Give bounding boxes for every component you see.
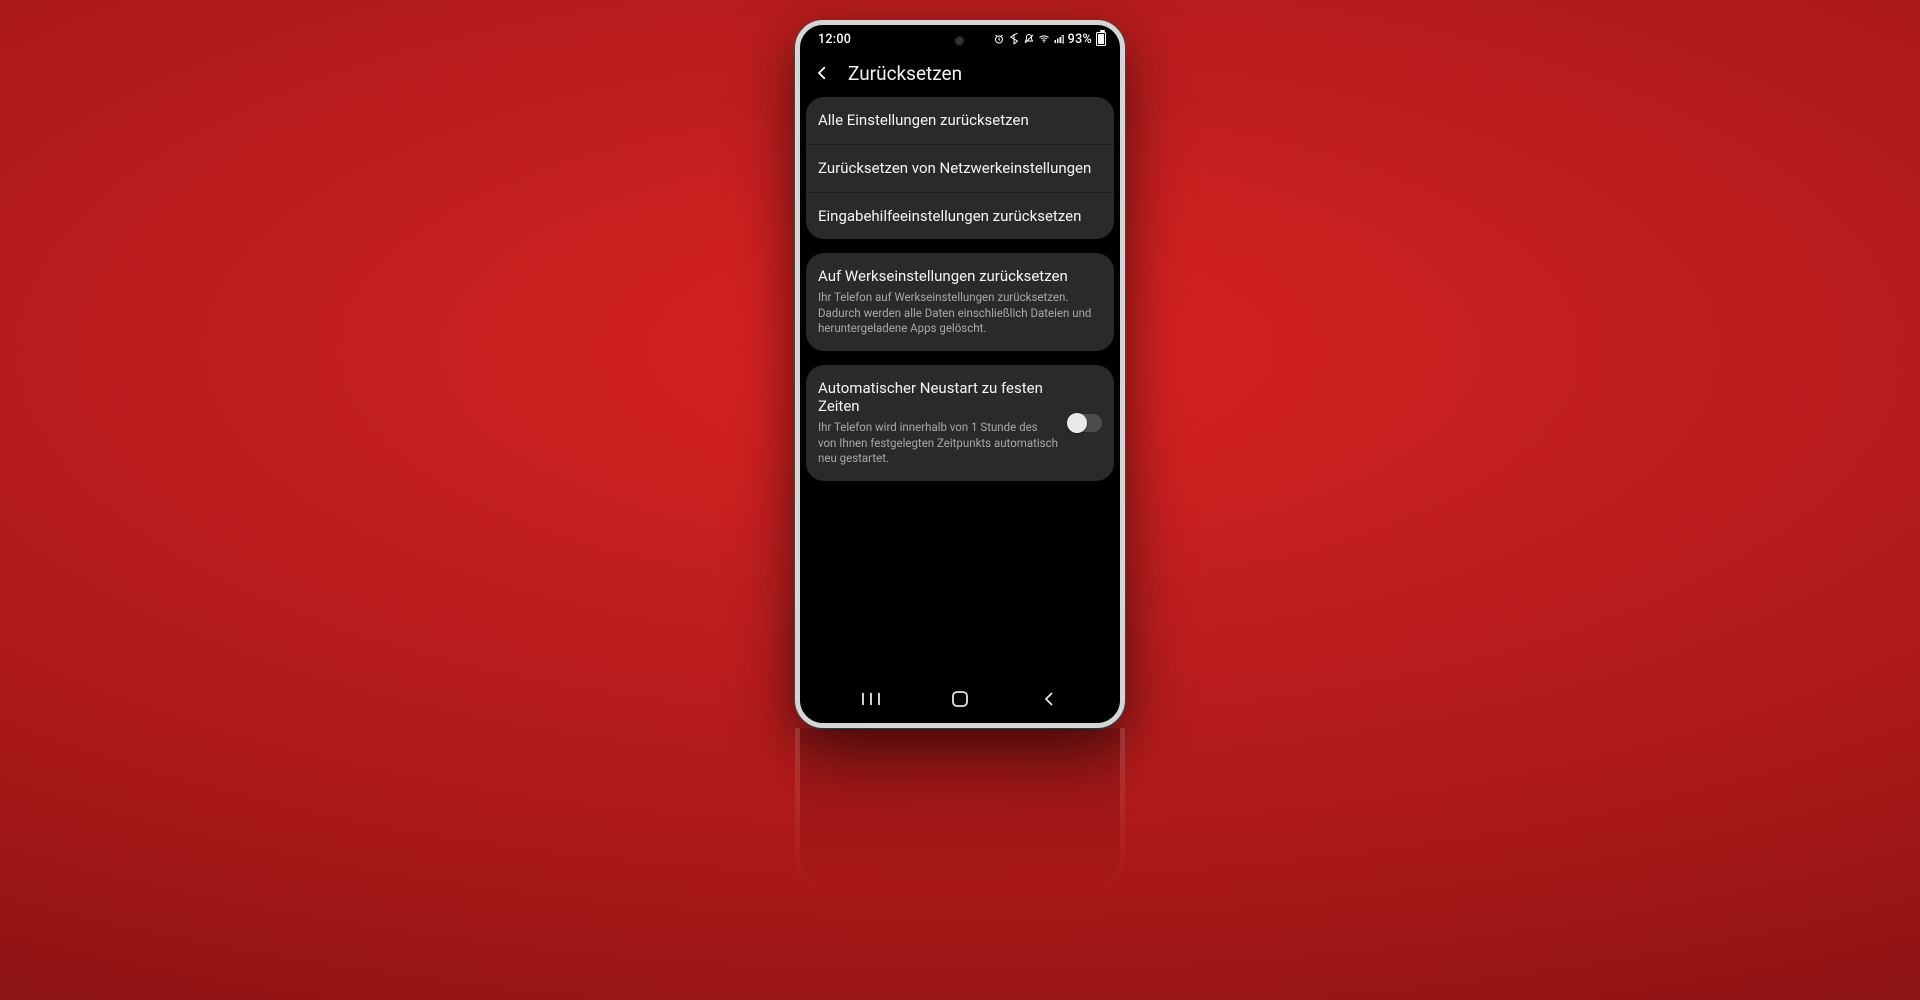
phone-frame: 12:00 93% Zurücksetzen Alle Einstell (795, 20, 1125, 728)
navigation-bar (800, 679, 1120, 723)
settings-content[interactable]: Alle Einstellungen zurücksetzen Zurückse… (800, 97, 1120, 679)
status-icons: 93% (993, 32, 1106, 47)
back-button[interactable] (810, 61, 834, 85)
status-time: 12:00 (818, 32, 851, 47)
reset-options-group: Alle Einstellungen zurücksetzen Zurückse… (806, 97, 1114, 239)
chevron-left-icon (813, 64, 831, 82)
alarm-icon (993, 33, 1005, 45)
option-label: Automatischer Neustart zu festen Zeiten (818, 379, 1058, 417)
option-label: Zurücksetzen von Netzwerkeinstellungen (818, 159, 1102, 178)
page-title: Zurücksetzen (848, 62, 962, 85)
reset-network-settings[interactable]: Zurücksetzen von Netzwerkeinstellungen (806, 144, 1114, 192)
battery-icon (1096, 32, 1106, 46)
battery-percent: 93% (1068, 32, 1092, 47)
factory-reset-group: Auf Werkseinstellungen zurücksetzen Ihr … (806, 253, 1114, 350)
factory-reset[interactable]: Auf Werkseinstellungen zurücksetzen Ihr … (806, 253, 1114, 350)
option-label: Alle Einstellungen zurücksetzen (818, 111, 1102, 130)
signal-icon (1053, 33, 1065, 45)
option-label: Auf Werkseinstellungen zurücksetzen (818, 267, 1102, 286)
home-icon (951, 690, 969, 708)
auto-restart-group: Automatischer Neustart zu festen Zeiten … (806, 365, 1114, 481)
reset-accessibility-settings[interactable]: Eingabehilfeeinstellungen zurücksetzen (806, 192, 1114, 240)
nav-back-button[interactable] (1029, 684, 1069, 714)
home-button[interactable] (940, 684, 980, 714)
front-camera (954, 36, 966, 48)
toggle-knob (1067, 413, 1087, 433)
option-description: Ihr Telefon wird innerhalb von 1 Stunde … (818, 420, 1058, 467)
option-description: Ihr Telefon auf Werkseinstellungen zurüc… (818, 290, 1102, 337)
auto-restart-toggle[interactable] (1068, 414, 1102, 432)
page-header: Zurücksetzen (800, 53, 1120, 97)
chevron-left-icon (1042, 690, 1056, 708)
reset-all-settings[interactable]: Alle Einstellungen zurücksetzen (806, 97, 1114, 144)
recents-icon (860, 691, 882, 707)
recents-button[interactable] (851, 684, 891, 714)
option-label: Eingabehilfeeinstellungen zurücksetzen (818, 207, 1102, 226)
bluetooth-icon (1008, 33, 1020, 45)
mute-icon (1023, 33, 1035, 45)
auto-restart[interactable]: Automatischer Neustart zu festen Zeiten … (806, 365, 1114, 481)
wifi-icon (1038, 33, 1050, 45)
